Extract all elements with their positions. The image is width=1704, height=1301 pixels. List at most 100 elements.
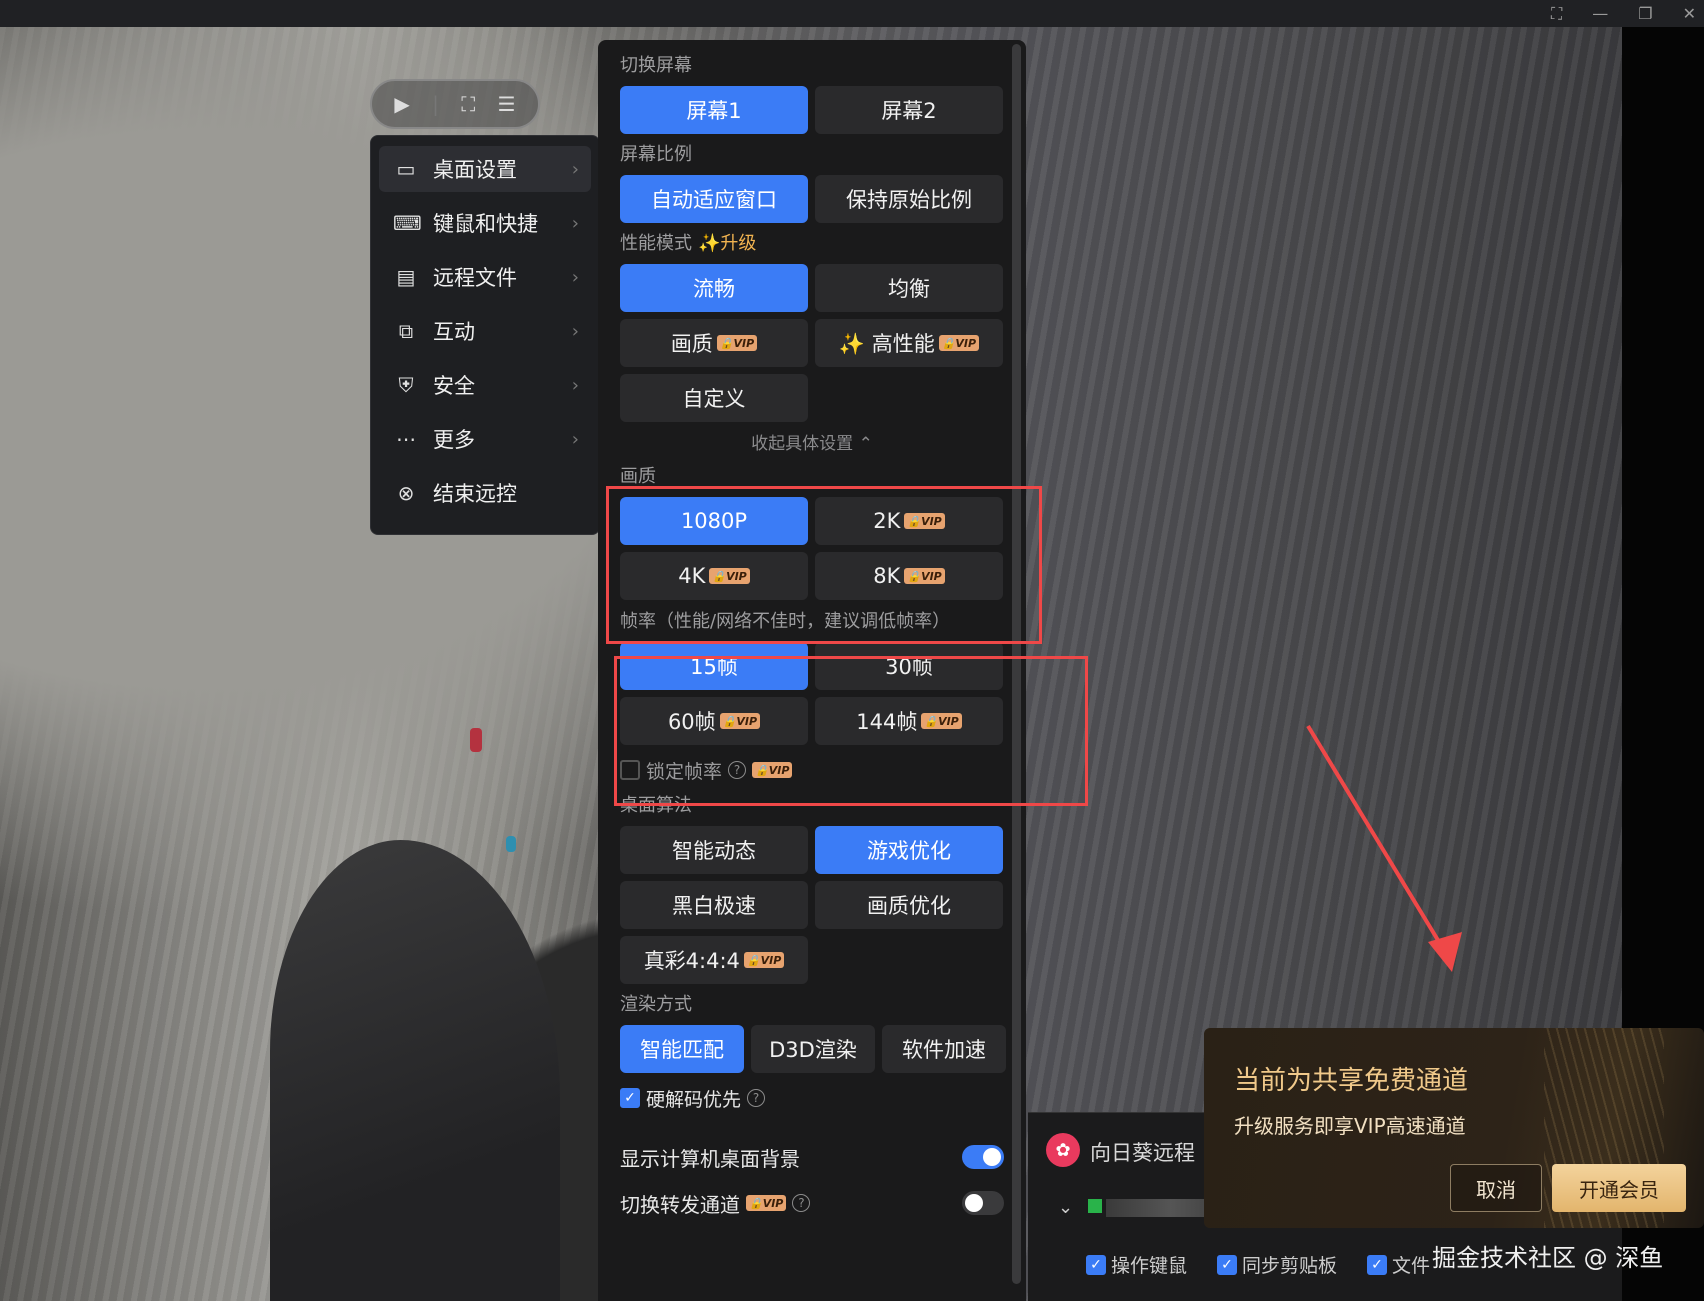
menu-item-label: 更多 (433, 428, 475, 452)
cursor-icon[interactable]: ▶ (394, 92, 409, 116)
collapse-settings-link[interactable]: 收起具体设置 ⌃ (620, 429, 1004, 459)
chevron-right-icon: › (571, 428, 579, 450)
checkbox[interactable]: ✓ (1086, 1254, 1106, 1275)
algo-game-button[interactable]: 游戏优化 (815, 826, 1003, 874)
hw-decode-label: 硬解码优先 (646, 1088, 742, 1111)
algo-smart-button[interactable]: 智能动态 (620, 826, 808, 874)
render-software-button[interactable]: 软件加速 (882, 1025, 1006, 1073)
show-bg-toggle[interactable] (962, 1145, 1004, 1169)
keep-ratio-button[interactable]: 保持原始比例 (815, 175, 1003, 223)
menu-item-label: 键鼠和快捷 (433, 212, 538, 236)
watermark: 掘金技术社区 @ 深鱼 (1432, 1244, 1664, 1272)
perf-smooth-button[interactable]: 流畅 (620, 264, 808, 312)
popup-subtitle: 升级服务即享VIP高速通道 (1234, 1114, 1466, 1138)
fullscreen-icon[interactable]: ⛶ (461, 92, 475, 116)
client-options: ✓ 操作键鼠 ✓ 同步剪贴板 ✓ 文件 (1086, 1251, 1430, 1278)
menu-item-label: 互动 (433, 320, 475, 344)
perf-custom-button[interactable]: 自定义 (620, 374, 808, 422)
help-icon[interactable]: ? (792, 1194, 811, 1212)
chevron-right-icon: › (571, 158, 579, 180)
client-check-label: 同步剪贴板 (1242, 1255, 1338, 1277)
wallpaper-climber (470, 728, 482, 752)
chevron-right-icon: › (571, 374, 579, 396)
menu-item-keyboard[interactable]: ⌨ 键鼠和快捷 › (379, 200, 591, 246)
help-icon[interactable]: ? (747, 1089, 766, 1107)
client-check-clipboard[interactable]: ✓ 同步剪贴板 (1217, 1251, 1337, 1278)
algo-quality-button[interactable]: 画质优化 (815, 881, 1003, 929)
close-icon[interactable]: ✕ (1683, 4, 1696, 23)
popup-title: 当前为共享免费通道 (1234, 1066, 1469, 1096)
menu-item-remote-files[interactable]: ▤ 远程文件 › (379, 254, 591, 300)
section-title-aspect: 屏幕比例 (620, 144, 692, 165)
device-status-icon (1088, 1199, 1102, 1213)
remote-menu: ▭ 桌面设置 › ⌨ 键鼠和快捷 › ▤ 远程文件 › ⧉ 互动 › ⛨ 安全 … (370, 135, 600, 535)
client-check-label: 操作键鼠 (1111, 1255, 1188, 1277)
popup-cancel-button[interactable]: 取消 (1450, 1164, 1542, 1212)
perf-quality-button[interactable]: 画质 🔒 VIP (620, 319, 808, 367)
section-title-performance: 性能模式 ✨升级 (620, 230, 1004, 258)
algo-truecolor-button[interactable]: 真彩4:4:4 🔒 VIP (620, 936, 808, 984)
folder-icon: ▤ (396, 265, 416, 289)
perf-quality-label: 画质 (670, 332, 713, 356)
restore-icon[interactable]: ❐ (1638, 4, 1652, 23)
menu-item-label: 结束远控 (433, 482, 517, 506)
section-title-render: 渲染方式 (620, 994, 692, 1015)
window-titlebar: ⛶ — ❐ ✕ (0, 0, 1704, 27)
hw-decode-checkbox[interactable]: ✓ (620, 1088, 640, 1108)
checkbox[interactable]: ✓ (1367, 1254, 1388, 1275)
screen-2-button[interactable]: 屏幕2 (815, 86, 1003, 134)
vip-badge: 🔒 VIP (938, 335, 980, 351)
perf-high-button[interactable]: ✨ 高性能 🔒 VIP (815, 319, 1003, 367)
vip-badge: 🔒 VIP (746, 1195, 787, 1211)
annotation-box-quality (606, 486, 1042, 644)
menu-item-more[interactable]: ⋯ 更多 › (379, 416, 591, 462)
menu-item-label: 远程文件 (433, 266, 517, 290)
more-icon: ⋯ (396, 427, 416, 451)
upgrade-link[interactable]: ✨升级 (698, 230, 756, 258)
remote-toolbar[interactable]: ▶ | ⛶ ☰ (370, 79, 540, 129)
chevron-right-icon: › (571, 266, 579, 288)
minimize-icon[interactable]: — (1592, 4, 1608, 23)
auto-fit-button[interactable]: 自动适应窗口 (620, 175, 808, 223)
menu-item-interact[interactable]: ⧉ 互动 › (379, 308, 591, 354)
perf-balanced-button[interactable]: 均衡 (815, 264, 1003, 312)
show-bg-row: 显示计算机桌面背景 (620, 1134, 1004, 1180)
performance-title: 性能模式 (620, 233, 692, 254)
popup-open-vip-button[interactable]: 开通会员 (1552, 1164, 1686, 1212)
hw-decode-row[interactable]: ✓ 硬解码优先 ? (620, 1080, 1004, 1116)
chevron-right-icon: › (571, 320, 579, 342)
vip-badge: 🔒 VIP (716, 335, 758, 351)
show-bg-label: 显示计算机桌面背景 (620, 1146, 800, 1171)
relay-row: 切换转发通道 🔒 VIP ? (620, 1180, 1004, 1226)
window-controls: ⛶ — ❐ ✕ (1551, 0, 1696, 27)
shield-icon: ⛨ (398, 373, 414, 397)
section-title-screen: 切换屏幕 (620, 55, 692, 76)
menu-item-security[interactable]: ⛨ 安全 › (379, 362, 591, 408)
client-check-label: 文件 (1392, 1255, 1431, 1277)
render-smart-button[interactable]: 智能匹配 (620, 1025, 744, 1073)
chevron-down-icon[interactable]: ⌄ (1058, 1197, 1073, 1218)
relay-label: 切换转发通道 (620, 1192, 740, 1217)
client-check-keyboard[interactable]: ✓ 操作键鼠 (1086, 1251, 1187, 1278)
client-check-file[interactable]: ✓ 文件 (1367, 1251, 1430, 1278)
sunlogin-logo-icon: ✿ (1046, 1133, 1080, 1167)
screen-1-button[interactable]: 屏幕1 (620, 86, 808, 134)
menu-item-end-remote[interactable]: ⊗ 结束远控 (379, 470, 591, 516)
chevron-right-icon: › (571, 212, 579, 234)
algo-bw-button[interactable]: 黑白极速 (620, 881, 808, 929)
close-circle-icon: ⊗ (397, 481, 415, 505)
annotation-arrow (1306, 724, 1462, 972)
wallpaper-climber (506, 836, 516, 852)
monitor-icon: ▭ (396, 157, 416, 181)
menu-item-label: 桌面设置 (433, 158, 517, 182)
relay-toggle[interactable] (962, 1191, 1004, 1215)
checkbox[interactable]: ✓ (1217, 1254, 1238, 1275)
menu-item-label: 安全 (433, 374, 475, 398)
expand-icon[interactable]: ⛶ (1551, 4, 1562, 24)
menu-item-desktop-settings[interactable]: ▭ 桌面设置 › (379, 146, 591, 192)
settings-icon[interactable]: ☰ (498, 92, 516, 116)
toolbar-divider: | (432, 92, 439, 116)
render-d3d-button[interactable]: D3D渲染 (751, 1025, 875, 1073)
keyboard-icon: ⌨ (393, 211, 422, 235)
relay-label-group: 切换转发通道 🔒 VIP ? (620, 1189, 811, 1218)
